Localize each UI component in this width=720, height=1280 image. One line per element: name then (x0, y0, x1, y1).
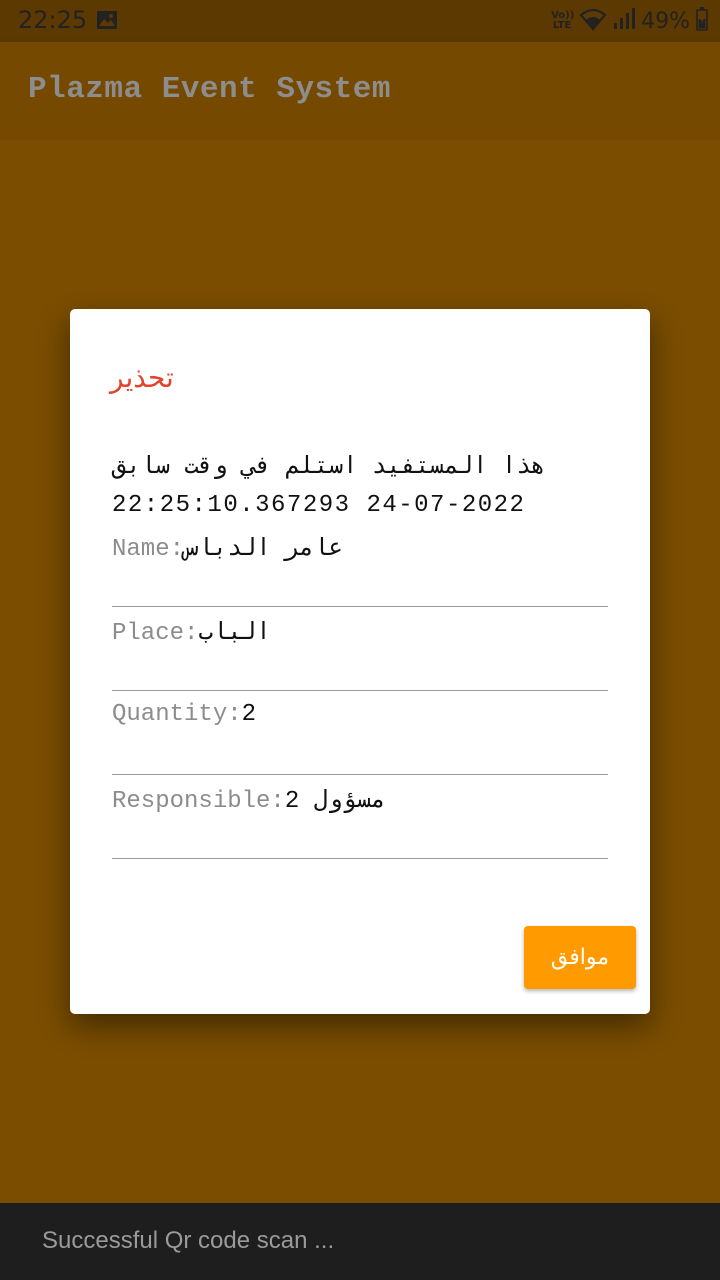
app-bar: Plazma Event System (0, 42, 720, 140)
snackbar-message: Successful Qr code scan ... (42, 1227, 335, 1254)
quantity-field: Quantity:2 (112, 691, 608, 775)
volte-bottom-label: LTE (552, 20, 572, 31)
wifi-icon (579, 7, 607, 35)
name-value: عامر الدباس (184, 536, 343, 563)
app-title: Plazma Event System (28, 72, 391, 107)
place-field: Place:الباب (112, 607, 608, 691)
status-time: 22:25 (18, 6, 88, 34)
name-label: Name: (112, 536, 185, 563)
place-value: الباب (198, 620, 271, 647)
dialog-message-timestamp: 22:25:10.367293 24-07-2022 (112, 492, 526, 519)
name-field: Name:عامر الدباس (112, 523, 608, 607)
status-bar: 22:25 Vo)) LTE 49% (0, 0, 720, 42)
quantity-value: 2 (241, 701, 257, 728)
ok-button[interactable]: موافق (524, 926, 636, 989)
warning-dialog: تحذير هذا المستفيد استلم في وقت سابق 22:… (70, 309, 650, 1014)
battery-icon (696, 7, 708, 35)
place-label: Place: (112, 620, 199, 647)
dialog-message-text: هذا المستفيد استلم في وقت سابق (112, 454, 546, 481)
responsible-label: Responsible: (112, 788, 285, 815)
dialog-message: هذا المستفيد استلم في وقت سابق 22:25:10.… (112, 449, 612, 525)
snackbar: Successful Qr code scan ... (0, 1203, 720, 1280)
image-icon (96, 10, 118, 30)
quantity-label: Quantity: (112, 701, 242, 728)
dialog-title: تحذير (110, 361, 174, 394)
responsible-field: Responsible:مسؤول 2 (112, 775, 608, 859)
responsible-value: مسؤول 2 (284, 788, 386, 815)
battery-percent: 49% (641, 8, 690, 34)
status-icons: Vo)) LTE 49% (551, 6, 708, 36)
signal-icon (613, 7, 636, 35)
volte-icon: Vo)) LTE (551, 11, 574, 31)
